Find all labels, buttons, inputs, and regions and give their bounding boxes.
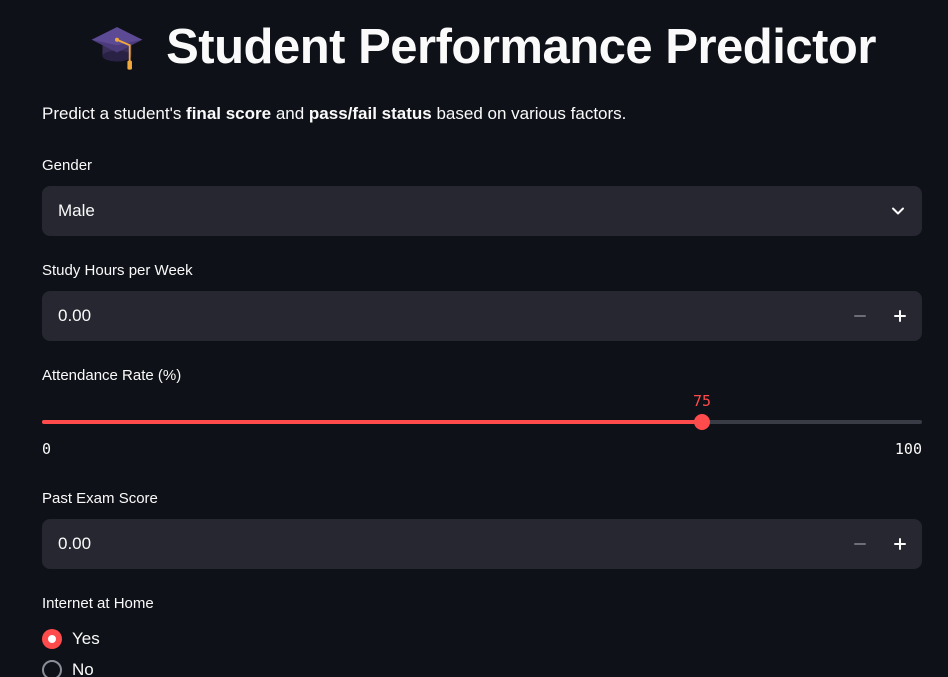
app-page: Student Performance Predictor Predict a … bbox=[0, 0, 948, 677]
page-header: Student Performance Predictor bbox=[42, 14, 922, 80]
plus-icon bbox=[894, 538, 906, 550]
gender-select[interactable]: Male bbox=[42, 186, 922, 236]
internet-option-no-label: No bbox=[72, 660, 94, 677]
minus-icon bbox=[854, 543, 866, 545]
intro-text: Predict a student's final score and pass… bbox=[42, 104, 626, 124]
intro-bold-final-score: final score bbox=[186, 104, 272, 123]
intro-prefix: Predict a student's bbox=[42, 104, 187, 123]
study-hours-value[interactable]: 0.00 bbox=[58, 291, 91, 341]
chevron-down-icon[interactable] bbox=[890, 203, 906, 219]
study-hours-decrement-button[interactable] bbox=[840, 291, 880, 341]
internet-option-no[interactable]: No bbox=[42, 660, 94, 677]
intro-bold-pass-fail: pass/fail status bbox=[308, 104, 432, 123]
past-exam-decrement-button[interactable] bbox=[840, 519, 880, 569]
attendance-slider-value: 75 bbox=[692, 392, 712, 410]
attendance-label: Attendance Rate (%) bbox=[42, 367, 182, 384]
study-hours-increment-button[interactable] bbox=[880, 291, 920, 341]
past-exam-value[interactable]: 0.00 bbox=[58, 519, 91, 569]
attendance-slider-min: 0 bbox=[42, 440, 52, 458]
page-title: Student Performance Predictor bbox=[166, 20, 876, 74]
attendance-slider-max: 100 bbox=[894, 440, 922, 458]
internet-option-yes[interactable]: Yes bbox=[42, 629, 100, 649]
study-hours-label: Study Hours per Week bbox=[42, 262, 193, 279]
gender-selected-value: Male bbox=[58, 201, 95, 220]
internet-option-yes-label: Yes bbox=[72, 629, 100, 648]
internet-label: Internet at Home bbox=[42, 595, 154, 612]
intro-suffix: based on various factors. bbox=[431, 104, 627, 123]
past-exam-increment-button[interactable] bbox=[880, 519, 920, 569]
plus-icon bbox=[894, 310, 906, 322]
attendance-slider-track[interactable] bbox=[42, 414, 922, 430]
gender-label: Gender bbox=[42, 157, 93, 174]
study-hours-input[interactable]: 0.00 bbox=[42, 291, 922, 341]
radio-selected-icon[interactable] bbox=[42, 629, 62, 649]
radio-unselected-icon[interactable] bbox=[42, 660, 62, 677]
past-exam-label: Past Exam Score bbox=[42, 490, 158, 507]
attendance-slider-thumb[interactable] bbox=[694, 414, 710, 430]
minus-icon bbox=[854, 315, 866, 317]
intro-middle: and bbox=[271, 104, 309, 123]
past-exam-input[interactable]: 0.00 bbox=[42, 519, 922, 569]
attendance-slider-fill bbox=[42, 420, 702, 424]
graduation-cap-icon bbox=[91, 27, 143, 70]
